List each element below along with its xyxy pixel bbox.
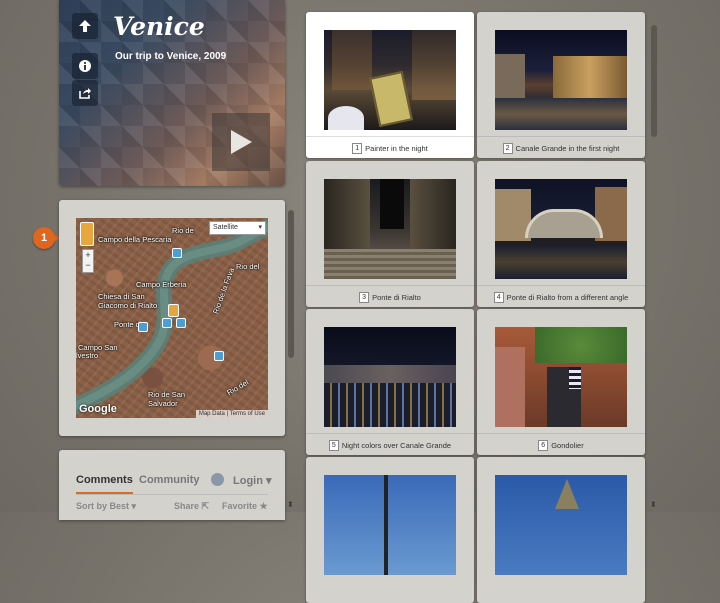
photo-number: 2 — [502, 142, 513, 154]
photo-card[interactable]: 1 Painter in the night — [306, 12, 474, 158]
map-label: lvestro — [76, 351, 99, 360]
photo-card[interactable]: 4 Ponte di Rialto from a different angle — [477, 161, 645, 307]
photo-thumbnail[interactable] — [495, 475, 627, 575]
map-pin-icon[interactable] — [214, 351, 224, 361]
photo-caption: 4 Ponte di Rialto from a different angle — [477, 285, 645, 308]
scroll-arrows-icon[interactable]: ⬍ — [287, 500, 294, 509]
share-button[interactable]: Share ⇱ — [174, 501, 209, 512]
photo-card[interactable]: 3 Ponte di Rialto — [306, 161, 474, 307]
photo-thumbnail[interactable] — [495, 179, 627, 279]
chevron-down-icon: ▾ — [258, 224, 262, 231]
map-pin-icon[interactable] — [172, 248, 182, 258]
photo-thumbnail[interactable] — [495, 30, 627, 130]
play-icon — [231, 130, 252, 154]
sort-dropdown[interactable]: Sort by Best ▾ — [76, 501, 136, 512]
street-view-pegman-icon[interactable] — [80, 222, 94, 246]
photo-number: 3 — [359, 291, 370, 303]
divider — [76, 494, 268, 495]
share-icon[interactable] — [72, 80, 98, 106]
photo-caption: 1 Painter in the night — [306, 136, 474, 159]
photo-number: 5 — [328, 439, 339, 451]
map-pin-icon[interactable] — [162, 318, 172, 328]
up-arrow-icon[interactable] — [72, 13, 98, 39]
photo-caption: 5 Night colors over Canale Grande — [306, 433, 474, 456]
photo-thumbnail[interactable] — [324, 327, 456, 427]
album-header-card: Venice Our trip to Venice, 2009 — [59, 0, 285, 186]
login-button[interactable]: Login ▾ — [233, 474, 272, 487]
avatar — [211, 473, 224, 486]
info-icon[interactable] — [72, 53, 98, 79]
zoom-control[interactable]: + − — [82, 249, 94, 273]
photo-thumbnail[interactable] — [495, 327, 627, 427]
comments-card: Comments Community Login ▾ Sort by Best … — [59, 450, 285, 520]
map-type-select[interactable]: Satellite ▾ — [209, 221, 266, 235]
photo-caption: 2 Canale Grande in the first night — [477, 136, 645, 159]
satellite-map[interactable]: + − Campo della Pescaria Rio de Campo Erb… — [76, 218, 268, 418]
tab-community[interactable]: Community — [139, 474, 200, 486]
grid-scrollbar[interactable] — [651, 25, 657, 137]
photo-thumbnail[interactable] — [324, 475, 456, 575]
google-logo: Google — [79, 403, 117, 415]
left-column-scrollbar[interactable] — [288, 210, 294, 358]
page-title: Venice — [113, 12, 205, 41]
map-label: Chiesa di San Giacomo di Rialto — [98, 292, 158, 310]
photo-caption: 6 Gondolier — [477, 433, 645, 456]
map-label: Rio del — [236, 262, 260, 271]
photo-number: 1 — [352, 142, 363, 154]
photo-card[interactable]: 5 Night colors over Canale Grande — [306, 309, 474, 455]
page-subtitle: Our trip to Venice, 2009 — [115, 51, 227, 62]
photo-card[interactable]: 2 Canale Grande in the first night — [477, 12, 645, 158]
map-pin-selected-icon[interactable] — [168, 304, 179, 317]
photo-number: 4 — [493, 291, 504, 303]
map-label: Campo Erberia — [136, 280, 187, 289]
photo-thumbnail[interactable] — [324, 30, 456, 130]
tab-comments[interactable]: Comments — [76, 474, 133, 494]
map-card: + − Campo della Pescaria Rio de Campo Erb… — [59, 200, 285, 436]
scroll-arrows-icon[interactable]: ⬍ — [650, 500, 657, 509]
map-label: Campo della Pescaria — [98, 235, 172, 244]
photo-caption: 3 Ponte di Rialto — [306, 285, 474, 308]
terms-link[interactable]: Terms of Use — [230, 411, 265, 417]
map-label: Rio de — [172, 226, 194, 235]
annotation-badge: 1 — [33, 227, 55, 249]
photo-card[interactable] — [306, 457, 474, 603]
map-pin-icon[interactable] — [176, 318, 186, 328]
photo-number: 6 — [538, 439, 549, 451]
map-attribution: Map Data | Terms of Use — [195, 410, 268, 418]
favorite-button[interactable]: Favorite ★ — [222, 501, 268, 512]
photo-card[interactable]: 6 Gondolier — [477, 309, 645, 455]
map-pin-icon[interactable] — [138, 322, 148, 332]
play-button[interactable] — [212, 113, 270, 171]
map-label: Rio de San Salvador — [148, 390, 186, 408]
photo-thumbnail[interactable] — [324, 179, 456, 279]
photo-card[interactable] — [477, 457, 645, 603]
